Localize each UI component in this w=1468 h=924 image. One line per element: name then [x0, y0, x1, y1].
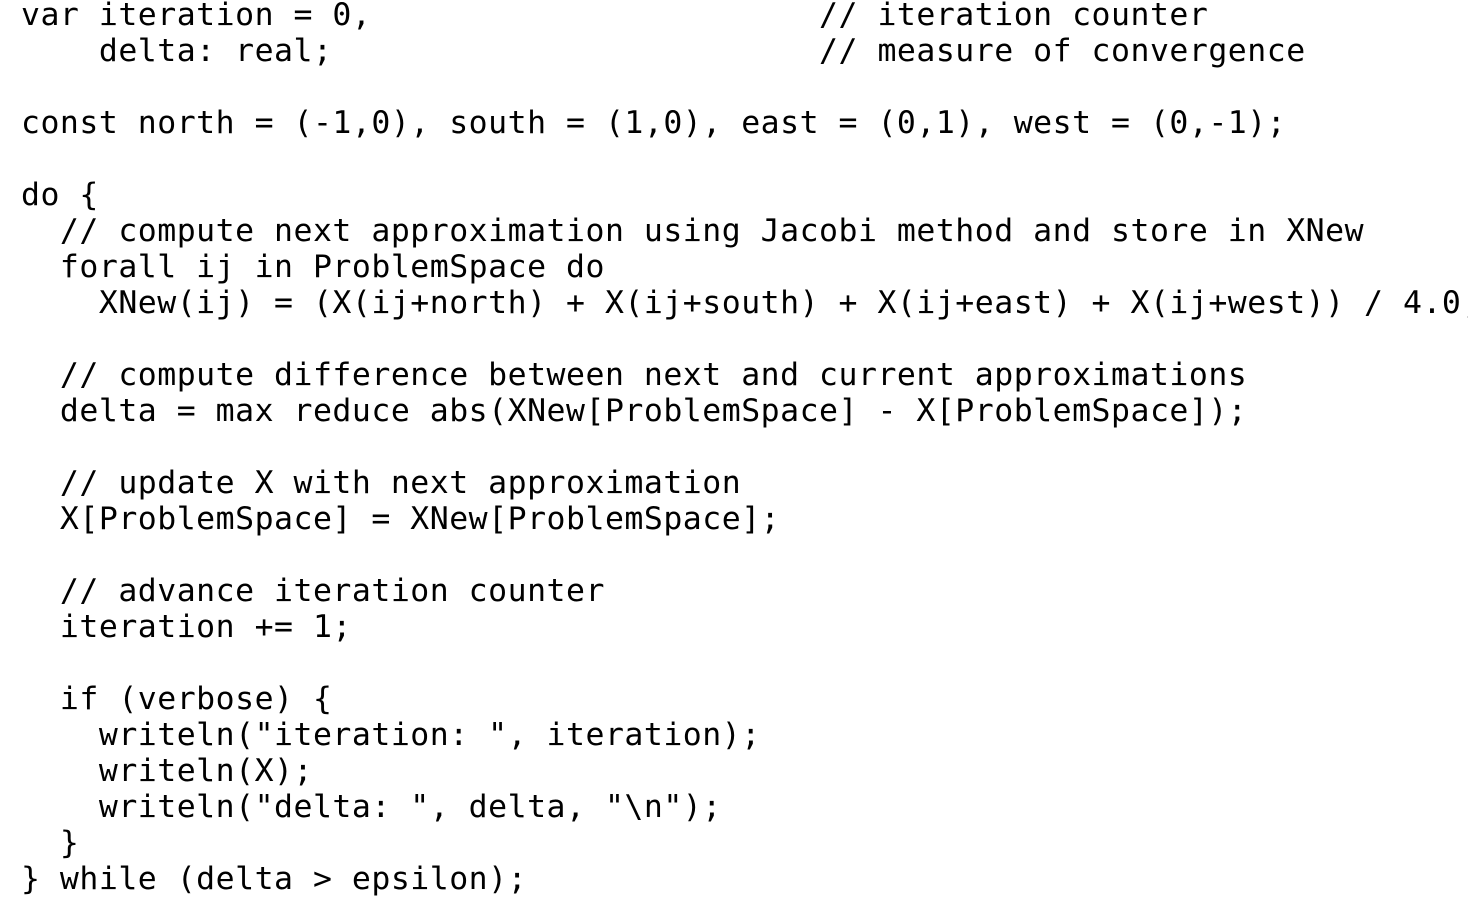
code-listing: var iteration = 0, // iteration counter … — [21, 0, 1468, 897]
code-line: var iteration = 0, // iteration counter — [21, 0, 1209, 33]
code-line: forall ij in ProblemSpace do — [21, 249, 605, 285]
code-line: XNew(ij) = (X(ij+north) + X(ij+south) + … — [21, 285, 1468, 321]
code-line: delta = max reduce abs(XNew[ProblemSpace… — [21, 393, 1248, 429]
code-line: delta: real; // measure of convergence — [21, 33, 1306, 69]
code-line: // compute difference between next and c… — [21, 357, 1248, 393]
code-line: } — [21, 825, 80, 861]
page: { "code": { "lines": [ "var iteration = … — [0, 0, 1468, 924]
code-line: do { — [21, 177, 99, 213]
code-line: writeln("delta: ", delta, "\n"); — [21, 789, 722, 825]
code-line: writeln(X); — [21, 753, 313, 789]
code-line: iteration += 1; — [21, 609, 352, 645]
code-line: X[ProblemSpace] = XNew[ProblemSpace]; — [21, 501, 781, 537]
code-line: writeln("iteration: ", iteration); — [21, 717, 761, 753]
code-line: if (verbose) { — [21, 681, 333, 717]
code-line: // update X with next approximation — [21, 465, 742, 501]
code-line: const north = (-1,0), south = (1,0), eas… — [21, 105, 1287, 141]
code-line: // advance iteration counter — [21, 573, 605, 609]
code-line: } while (delta > epsilon); — [21, 861, 528, 897]
code-line: // compute next approximation using Jaco… — [21, 213, 1365, 249]
